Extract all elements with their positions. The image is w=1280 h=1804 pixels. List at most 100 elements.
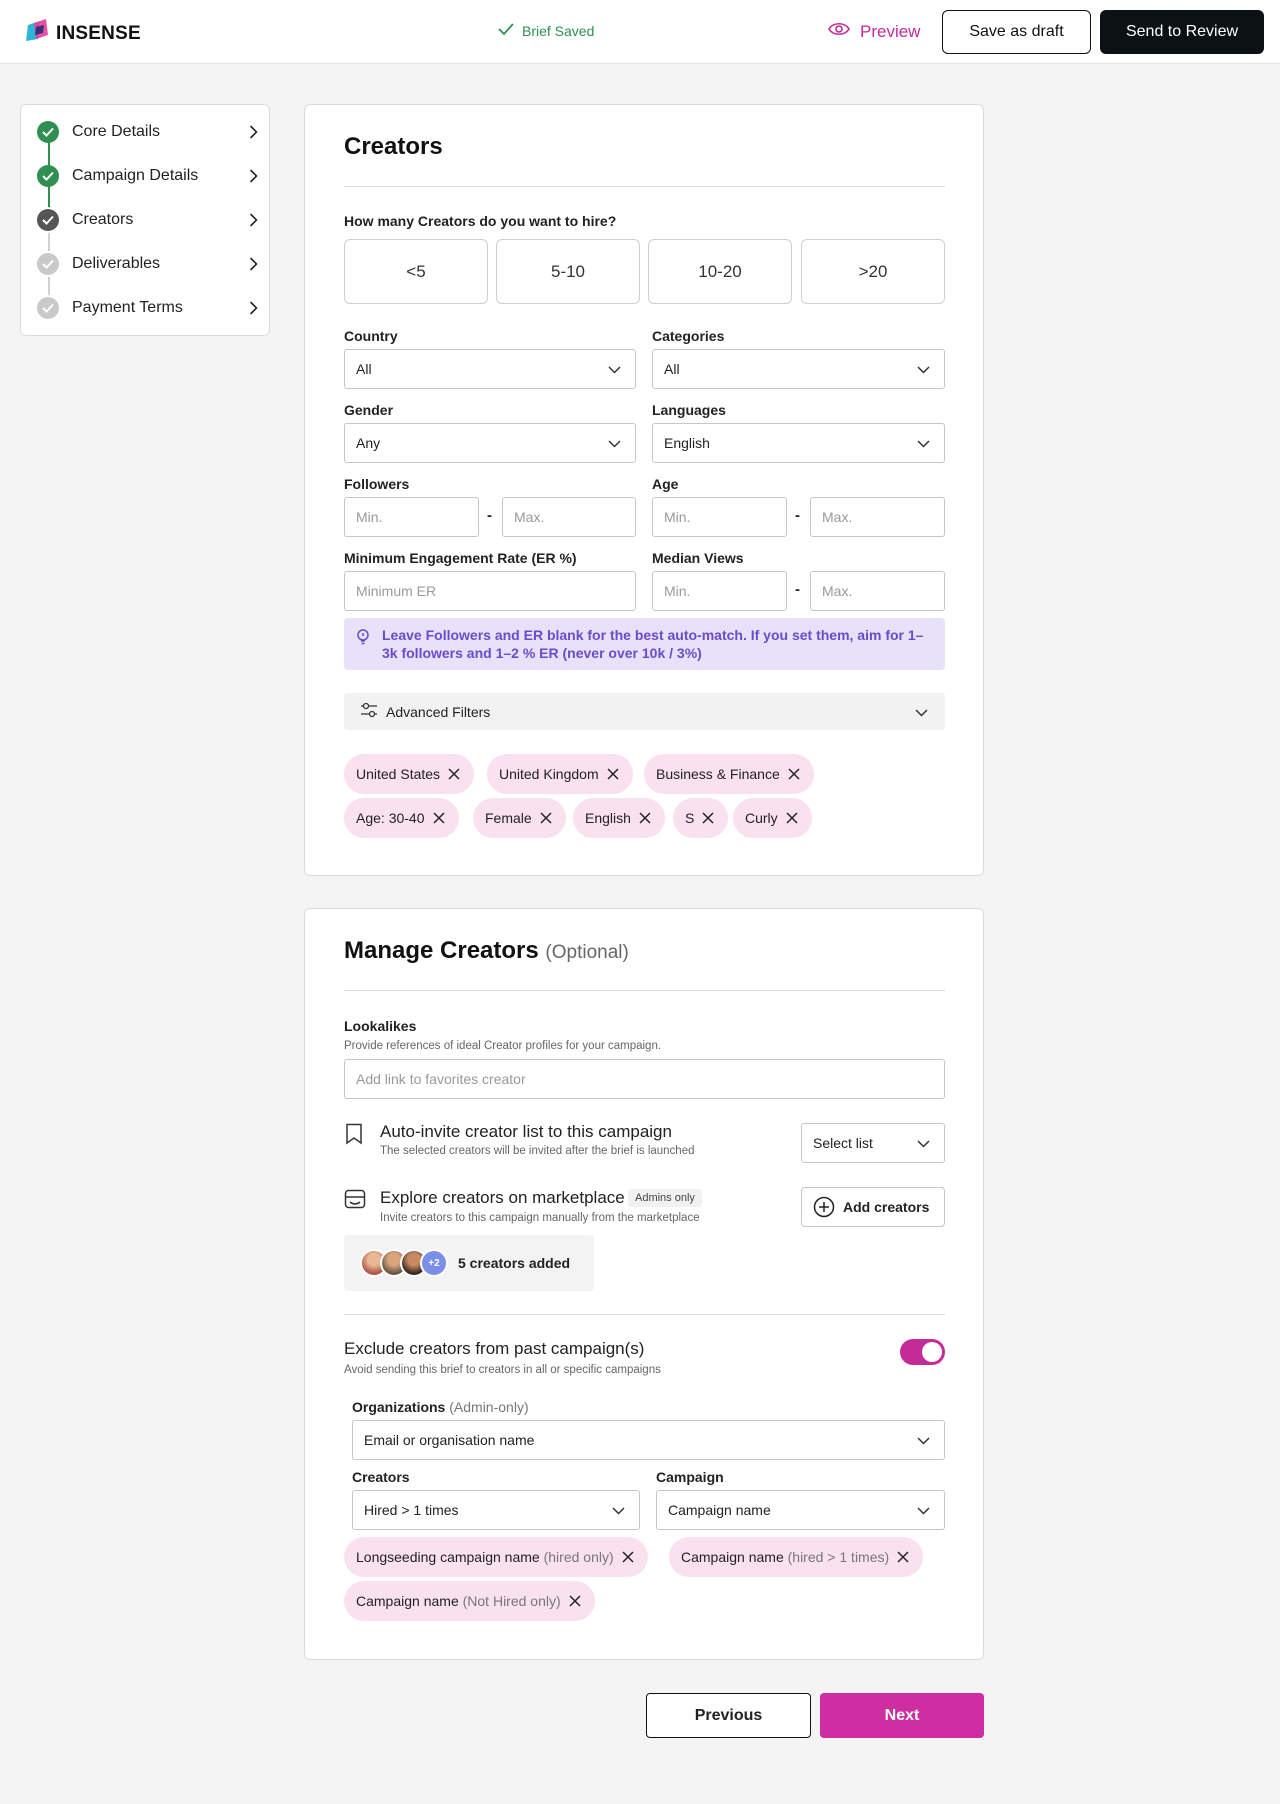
lookalikes-label: Lookalikes (344, 1018, 417, 1034)
close-icon[interactable] (639, 812, 651, 824)
add-creators-button[interactable]: Add creators (801, 1187, 945, 1227)
languages-select[interactable]: English (652, 423, 945, 463)
chevron-right-icon (243, 257, 263, 271)
step-campaign-details[interactable]: Campaign Details (37, 161, 263, 191)
categories-label: Categories (652, 328, 725, 344)
close-icon[interactable] (702, 812, 714, 824)
step-deliverables[interactable]: Deliverables (37, 249, 263, 279)
median-views-min-input[interactable]: Min. (652, 571, 787, 611)
step-label: Core Details (72, 123, 161, 140)
gender-select[interactable]: Any (344, 423, 636, 463)
close-icon[interactable] (786, 812, 798, 824)
save-draft-button[interactable]: Save as draft (942, 10, 1091, 54)
top-bar: INSENSE Brief Saved Preview Save as draf… (0, 0, 1280, 64)
creators-added-text: 5 creators added (458, 1255, 571, 1271)
creators-added-summary[interactable]: +2 5 creators added (344, 1235, 594, 1291)
select-list-dropdown[interactable]: Select list (801, 1123, 945, 1163)
campaign-select[interactable]: Campaign name (656, 1490, 945, 1530)
auto-invite-title: Auto-invite creator list to this campaig… (380, 1122, 672, 1141)
next-button[interactable]: Next (820, 1693, 984, 1738)
send-to-review-button[interactable]: Send to Review (1100, 10, 1264, 54)
languages-label: Languages (652, 402, 726, 418)
age-label: Age (652, 476, 679, 492)
advanced-filters-toggle[interactable]: Advanced Filters (344, 693, 945, 730)
creators-filter-label: Creators (352, 1469, 410, 1485)
chip-label: United Kingdom (499, 766, 599, 782)
chevron-right-icon (243, 301, 263, 315)
chip-label: Female (485, 810, 532, 826)
hire-option-10-20[interactable]: 10-20 (648, 239, 792, 304)
range-separator: - (795, 507, 800, 524)
filter-chip: English (573, 798, 665, 838)
explore-description: Invite creators to this campaign manuall… (380, 1212, 700, 1224)
creators-title: Creators (344, 133, 443, 160)
logo[interactable]: INSENSE (26, 19, 141, 48)
min-er-input[interactable]: Minimum ER (344, 571, 636, 611)
organizations-select[interactable]: Email or organisation name (352, 1420, 945, 1460)
chevron-down-icon (917, 1135, 930, 1151)
close-icon[interactable] (788, 768, 800, 780)
more-avatars-badge: +2 (420, 1249, 448, 1277)
chip-label: Longseeding campaign name (hired only) (356, 1549, 614, 1565)
hire-option-5-10[interactable]: 5-10 (496, 239, 640, 304)
exclude-toggle[interactable] (900, 1339, 945, 1365)
close-icon[interactable] (607, 768, 619, 780)
filter-chip: Curly (733, 798, 812, 838)
check-icon (498, 22, 514, 39)
filter-chip: Age: 30-40 (344, 798, 459, 838)
organizations-value: Email or organisation name (364, 1432, 535, 1448)
previous-button[interactable]: Previous (646, 1693, 811, 1738)
chip-label: Curly (745, 810, 778, 826)
excluded-campaign-chip: Campaign name (Not Hired only) (344, 1581, 595, 1621)
hire-option-over-20[interactable]: >20 (801, 239, 945, 304)
exclude-title: Exclude creators from past campaign(s) (344, 1339, 645, 1358)
logo-icon (26, 19, 52, 48)
advanced-filters-label: Advanced Filters (386, 703, 491, 720)
step-pending-icon (37, 253, 59, 275)
close-icon[interactable] (569, 1595, 581, 1607)
chip-label: Campaign name (Not Hired only) (356, 1593, 561, 1609)
step-label: Deliverables (72, 255, 161, 272)
country-value: All (356, 361, 372, 377)
step-core-details[interactable]: Core Details (37, 117, 263, 147)
lightbulb-icon (355, 628, 371, 651)
followers-max-input[interactable]: Max. (502, 497, 636, 537)
hire-question: How many Creators do you want to hire? (344, 213, 617, 229)
sliders-icon (360, 702, 378, 721)
creators-hired-select[interactable]: Hired > 1 times (352, 1490, 640, 1530)
median-views-max-input[interactable]: Max. (810, 571, 945, 611)
step-label: Creators (72, 211, 134, 228)
close-icon[interactable] (432, 812, 445, 824)
marketplace-icon (344, 1189, 366, 1214)
close-icon[interactable] (622, 1551, 634, 1563)
min-er-label: Minimum Engagement Rate (ER %) (344, 550, 577, 566)
followers-min-input[interactable]: Min. (344, 497, 479, 537)
range-separator: - (795, 581, 800, 598)
step-creators[interactable]: Creators (37, 205, 263, 235)
step-payment-terms[interactable]: Payment Terms (37, 293, 263, 323)
categories-select[interactable]: All (652, 349, 945, 389)
close-icon[interactable] (540, 812, 552, 824)
manage-creators-card: Manage Creators (Optional) Lookalikes Pr… (304, 908, 984, 1660)
hire-option-under-5[interactable]: <5 (344, 239, 488, 304)
step-label: Campaign Details (72, 167, 199, 184)
age-min-input[interactable]: Min. (652, 497, 787, 537)
country-select[interactable]: All (344, 349, 636, 389)
close-icon[interactable] (897, 1551, 909, 1563)
chevron-down-icon (917, 1502, 930, 1518)
chevron-down-icon (917, 361, 930, 377)
languages-value: English (664, 435, 710, 451)
divider (344, 1314, 945, 1315)
preview-button[interactable]: Preview (828, 21, 920, 42)
age-max-input[interactable]: Max. (810, 497, 945, 537)
lookalikes-description: Provide references of ideal Creator prof… (344, 1040, 662, 1052)
manage-creators-title-text: Manage Creators (344, 937, 539, 964)
avatar-group: +2 (360, 1249, 448, 1277)
chevron-right-icon (243, 169, 263, 183)
close-icon[interactable] (448, 768, 460, 780)
lookalike-link-input[interactable]: Add link to favorites creator (344, 1059, 945, 1099)
filter-chip: United States (344, 754, 475, 794)
chevron-down-icon (612, 1502, 625, 1518)
campaign-label: Campaign (656, 1469, 724, 1485)
tip-text: Leave Followers and ER blank for the bes… (382, 627, 924, 661)
